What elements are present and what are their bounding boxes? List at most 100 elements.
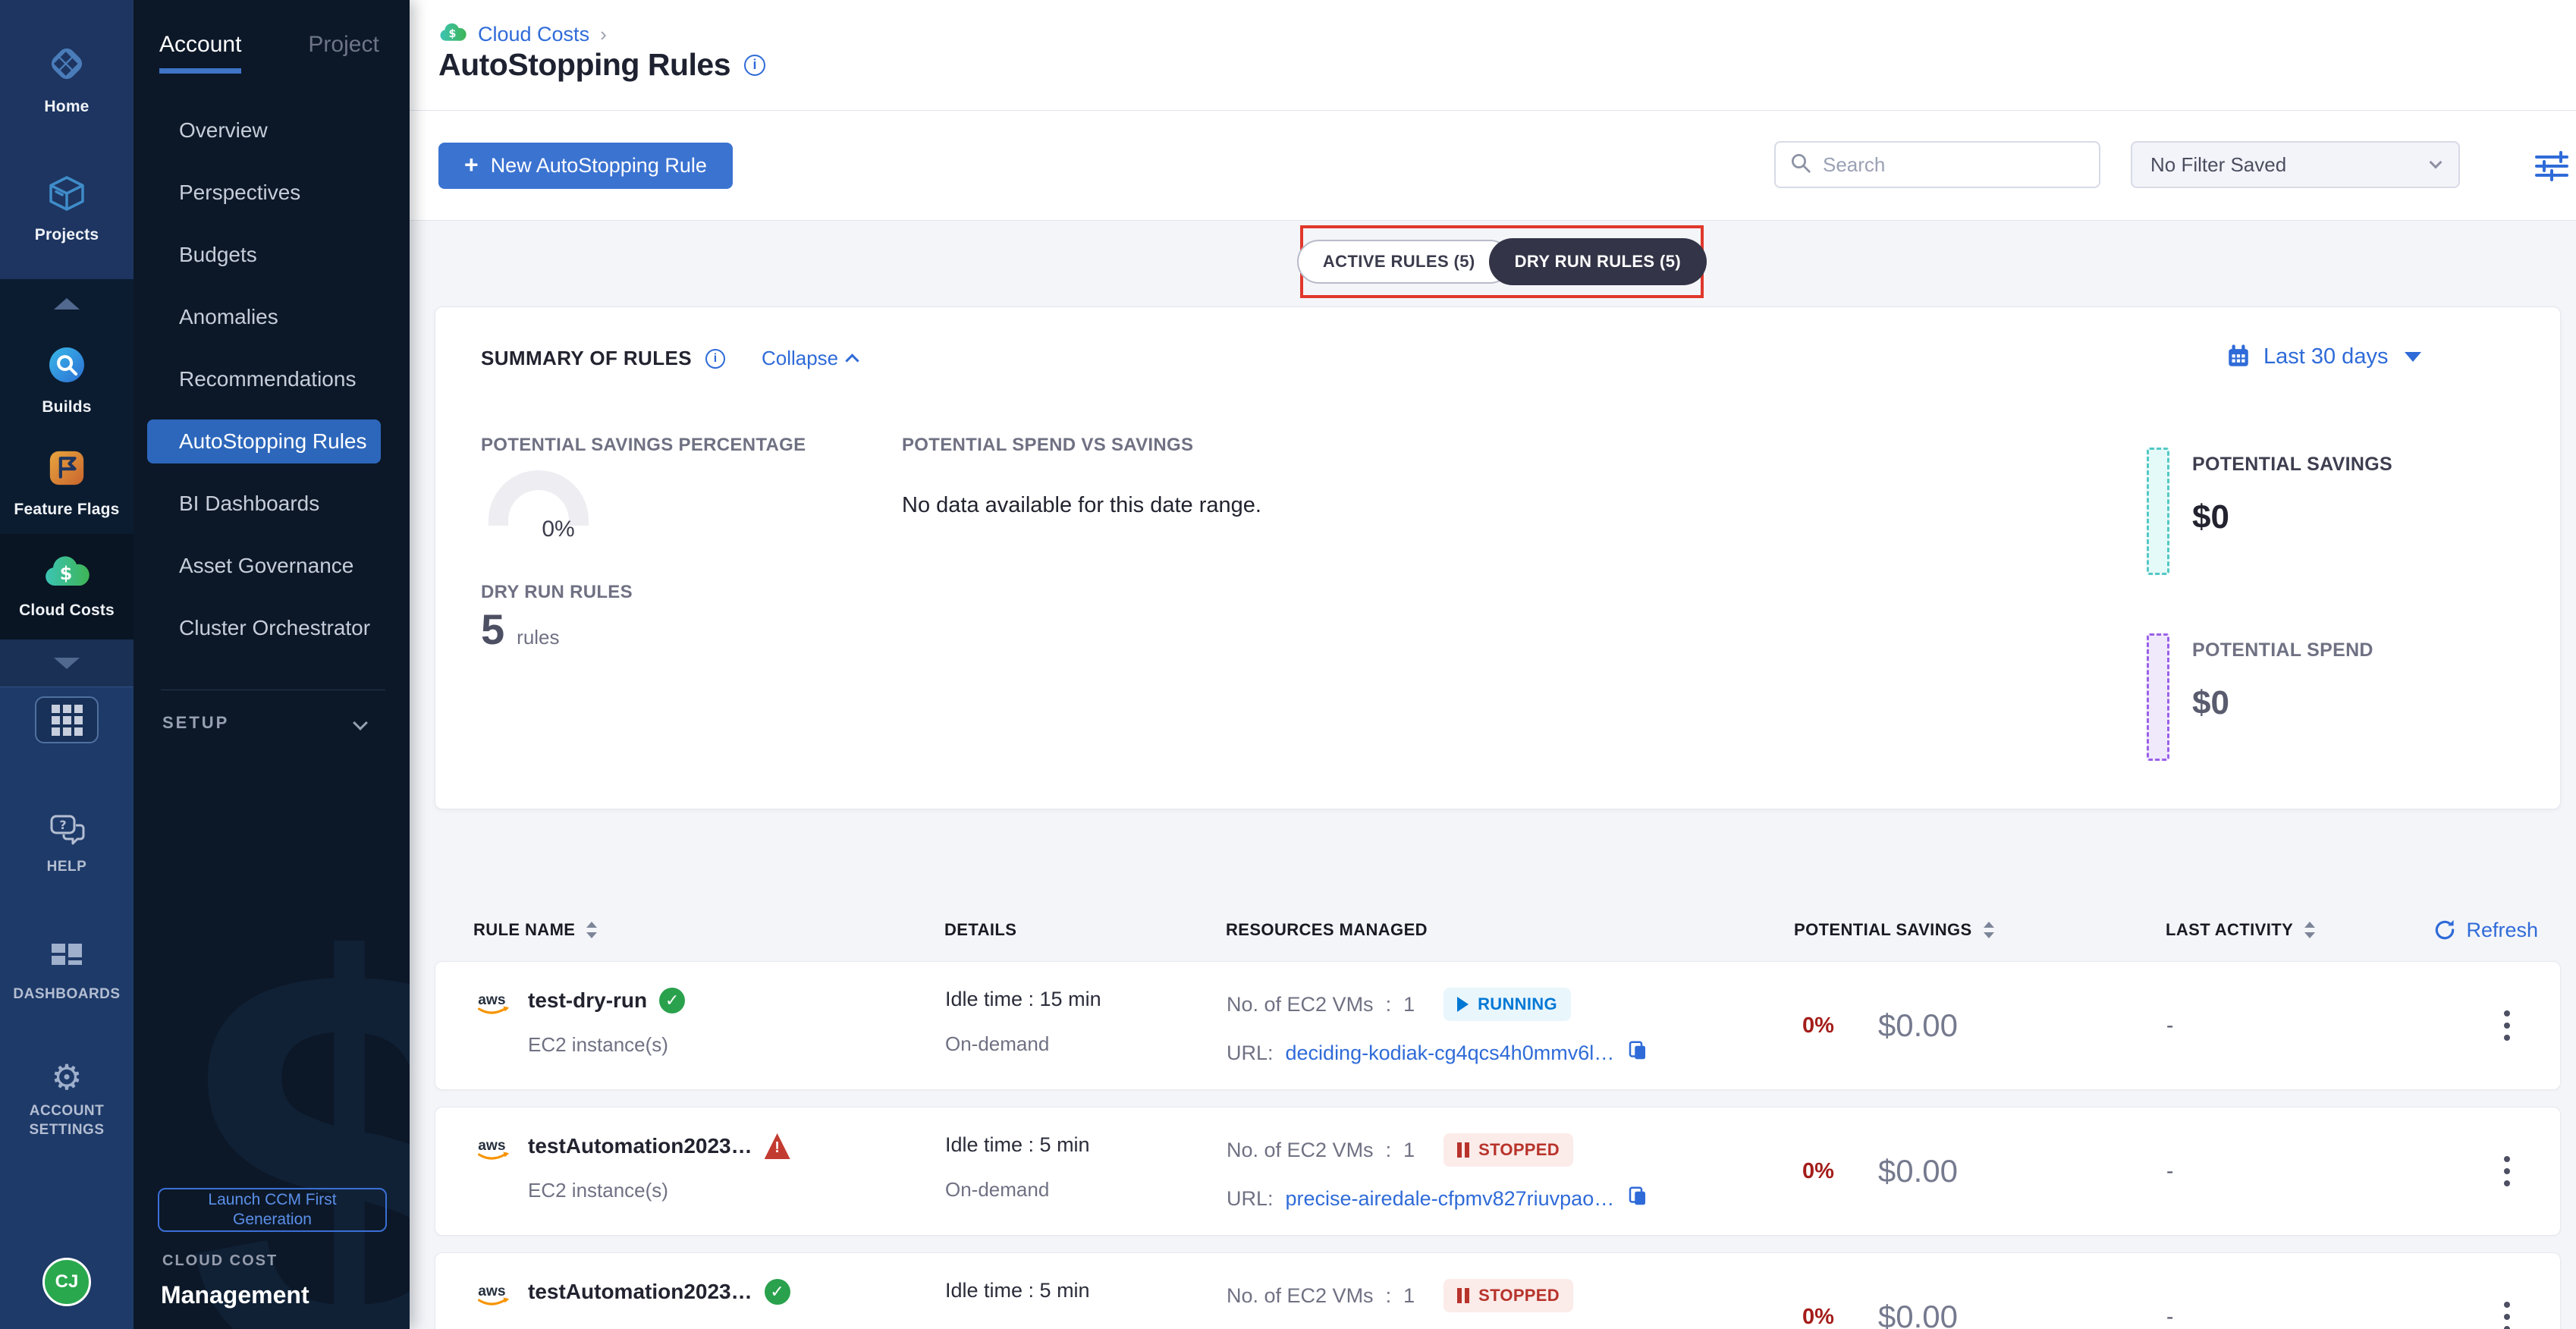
rail-label-projects: Projects <box>35 226 99 244</box>
module-scroll-down[interactable] <box>0 639 134 686</box>
gear-icon: ⚙ <box>51 1060 82 1095</box>
last-activity-value: - <box>2166 1159 2173 1183</box>
module-scroll-up[interactable] <box>0 279 134 328</box>
tab-project[interactable]: Project <box>308 32 379 74</box>
sidebar-menu-item[interactable]: BI Dashboards <box>134 473 410 535</box>
rail-item-help[interactable]: ? HELP <box>47 796 87 892</box>
refresh-button[interactable]: Refresh <box>2433 907 2538 953</box>
spend-vs-savings-label: POTENTIAL SPEND VS SAVINGS <box>902 435 1193 456</box>
kebab-menu-icon[interactable] <box>2496 1294 2518 1329</box>
kebab-menu-icon[interactable] <box>2496 1003 2518 1048</box>
chevron-down-icon <box>54 658 80 669</box>
breadcrumb-separator: › <box>600 23 607 46</box>
url-link[interactable]: precise-airedale-cfpmv827riuvpao… <box>1286 1187 1615 1211</box>
sidebar-menu-item[interactable]: Perspectives <box>134 162 410 224</box>
launch-ccm-first-gen-button[interactable]: Launch CCM First Generation <box>158 1188 387 1232</box>
savings-gauge-value: 0% <box>488 517 628 542</box>
rail-item-feature-flags[interactable]: Feature Flags <box>0 432 134 534</box>
builds-icon <box>45 343 89 391</box>
sidebar-menu-item[interactable]: Anomalies <box>134 286 410 348</box>
resources-cell: No. of EC2 VMs : 1 RUNNING URL: deciding… <box>1227 962 1784 1089</box>
rail-item-builds[interactable]: Builds <box>0 328 134 432</box>
vm-count-value: 1 <box>1403 993 1415 1016</box>
svg-text:aws: aws <box>478 992 505 1008</box>
search-input[interactable] <box>1823 153 2085 177</box>
copy-icon[interactable] <box>1626 1185 1649 1213</box>
svg-text:?: ? <box>59 818 66 832</box>
nav-rail: Home Projects Builds Feature <box>0 0 134 1329</box>
sidebar-menu-item[interactable]: Cluster Orchestrator <box>134 597 410 659</box>
actions-cell <box>2496 1253 2563 1329</box>
rule-row[interactable]: aws test-dry-run EC2 instance(s) Idle ti… <box>435 961 2561 1090</box>
rule-resource-type: EC2 instance(s) <box>528 1179 790 1202</box>
user-avatar[interactable]: CJ <box>42 1258 91 1306</box>
aws-logo-icon: aws <box>474 1136 515 1235</box>
rule-row[interactable]: aws testAutomation2023… EC2 instance(s) … <box>435 1107 2561 1236</box>
url-link[interactable]: deciding-kodiak-cg4qcs4h0mmv6l… <box>1286 1042 1615 1065</box>
sidebar-menu-item-label: Budgets <box>179 243 257 266</box>
potential-spend-value: $0 <box>2192 684 2373 722</box>
sidebar-menu-item[interactable]: Overview <box>134 99 410 162</box>
rail-item-home[interactable]: Home <box>0 26 134 131</box>
svg-text:aws: aws <box>478 1138 505 1154</box>
new-autostopping-rule-button[interactable]: + New AutoStopping Rule <box>438 143 733 189</box>
sidebar-menu-item[interactable]: Recommendations <box>134 348 410 410</box>
rail-item-projects[interactable]: Projects <box>0 157 134 259</box>
tab-account[interactable]: Account <box>159 32 241 74</box>
sidebar-menu-item-label: Perspectives <box>179 181 300 204</box>
rule-row[interactable]: aws testAutomation2023… Idle time : 5 mi… <box>435 1252 2561 1329</box>
calendar-icon <box>2226 344 2251 369</box>
aws-logo-icon: aws <box>474 1282 515 1329</box>
saved-filter-value: No Filter Saved <box>2150 153 2286 177</box>
aws-logo-icon: aws <box>474 991 515 1089</box>
potential-savings-cell: 0% $0.00 <box>1784 1108 2166 1235</box>
copy-icon[interactable] <box>1626 1039 1649 1067</box>
sidebar-menu-item-label: Anomalies <box>179 305 278 328</box>
col-header-potential-savings[interactable]: POTENTIAL SAVINGS <box>1783 920 2166 940</box>
filter-panel-button[interactable] <box>2530 146 2573 185</box>
kebab-menu-icon[interactable] <box>2496 1148 2518 1194</box>
rail-item-cloud-costs[interactable]: $ Cloud Costs <box>0 534 134 639</box>
collapse-toggle[interactable]: Collapse <box>762 347 857 370</box>
module-grid-button[interactable] <box>35 696 99 743</box>
vm-count-separator: : <box>1386 1139 1392 1162</box>
product-eyebrow: CLOUD COST <box>162 1252 278 1270</box>
savings-amount: $0.00 <box>1878 1299 1958 1329</box>
resources-cell: No. of EC2 VMs : 1 STOPPED URL: precise-… <box>1227 1108 1784 1235</box>
cloud-costs-icon: $ <box>42 554 91 594</box>
last-activity-cell: - <box>2166 1108 2496 1235</box>
rail-item-account-settings[interactable]: ⚙ ACCOUNT SETTINGS <box>10 1045 124 1155</box>
rule-status-icon <box>765 1279 790 1305</box>
setup-section-toggle[interactable]: SETUP <box>134 690 410 733</box>
title-info-icon[interactable]: i <box>744 55 765 76</box>
dry-run-unit: rules <box>517 626 559 649</box>
rail-item-dashboards[interactable]: DASHBOARDS <box>13 925 120 1020</box>
sidebar-menu-item[interactable]: Asset Governance <box>134 535 410 597</box>
tab-dry-run-rules[interactable]: DRY RUN RULES (5) <box>1489 238 1707 285</box>
col-header-resources: RESOURCES MANAGED <box>1226 920 1783 940</box>
sidebar-menu-item[interactable]: Budgets <box>134 224 410 286</box>
col-header-rule-name[interactable]: RULE NAME <box>473 920 944 940</box>
details-cell: Idle time : 5 min On-demand <box>945 1108 1227 1235</box>
rail-module-carousel: Builds Feature Flags $ Cloud Costs <box>0 279 134 686</box>
savings-amount: $0.00 <box>1878 1007 1958 1044</box>
col-label: POTENTIAL SAVINGS <box>1794 920 1972 940</box>
rule-resource-type: EC2 instance(s) <box>528 1033 685 1057</box>
scope-tabs: Account Project <box>134 0 410 74</box>
content-area: ACTIVE RULES (5) DRY RUN RULES (5) SUMMA… <box>410 220 2576 1329</box>
module-sidebar: $ Account Project OverviewPerspectivesBu… <box>134 0 410 1329</box>
tab-active-rules[interactable]: ACTIVE RULES (5) <box>1297 240 1512 284</box>
summary-of-rules-card: SUMMARY OF RULES i Collapse POTENTIAL SA… <box>435 306 2561 809</box>
summary-info-icon[interactable]: i <box>705 349 725 369</box>
sidebar-menu-item[interactable]: AutoStopping Rules <box>147 419 381 463</box>
actions-cell <box>2496 962 2563 1089</box>
saved-filter-dropdown[interactable]: No Filter Saved <box>2131 141 2460 188</box>
date-range-dropdown[interactable]: Last 30 days <box>2226 344 2421 369</box>
url-label: URL: <box>1227 1042 1274 1065</box>
breadcrumb-cloud-costs[interactable]: Cloud Costs <box>478 23 589 46</box>
sidebar-menu-item-label: Recommendations <box>179 367 356 391</box>
sidebar-menu-item-label: BI Dashboards <box>179 492 319 515</box>
fulfilment: On-demand <box>945 1178 1227 1202</box>
rail-label-cloud-costs: Cloud Costs <box>19 602 115 620</box>
last-activity-value: - <box>2166 1013 2173 1038</box>
